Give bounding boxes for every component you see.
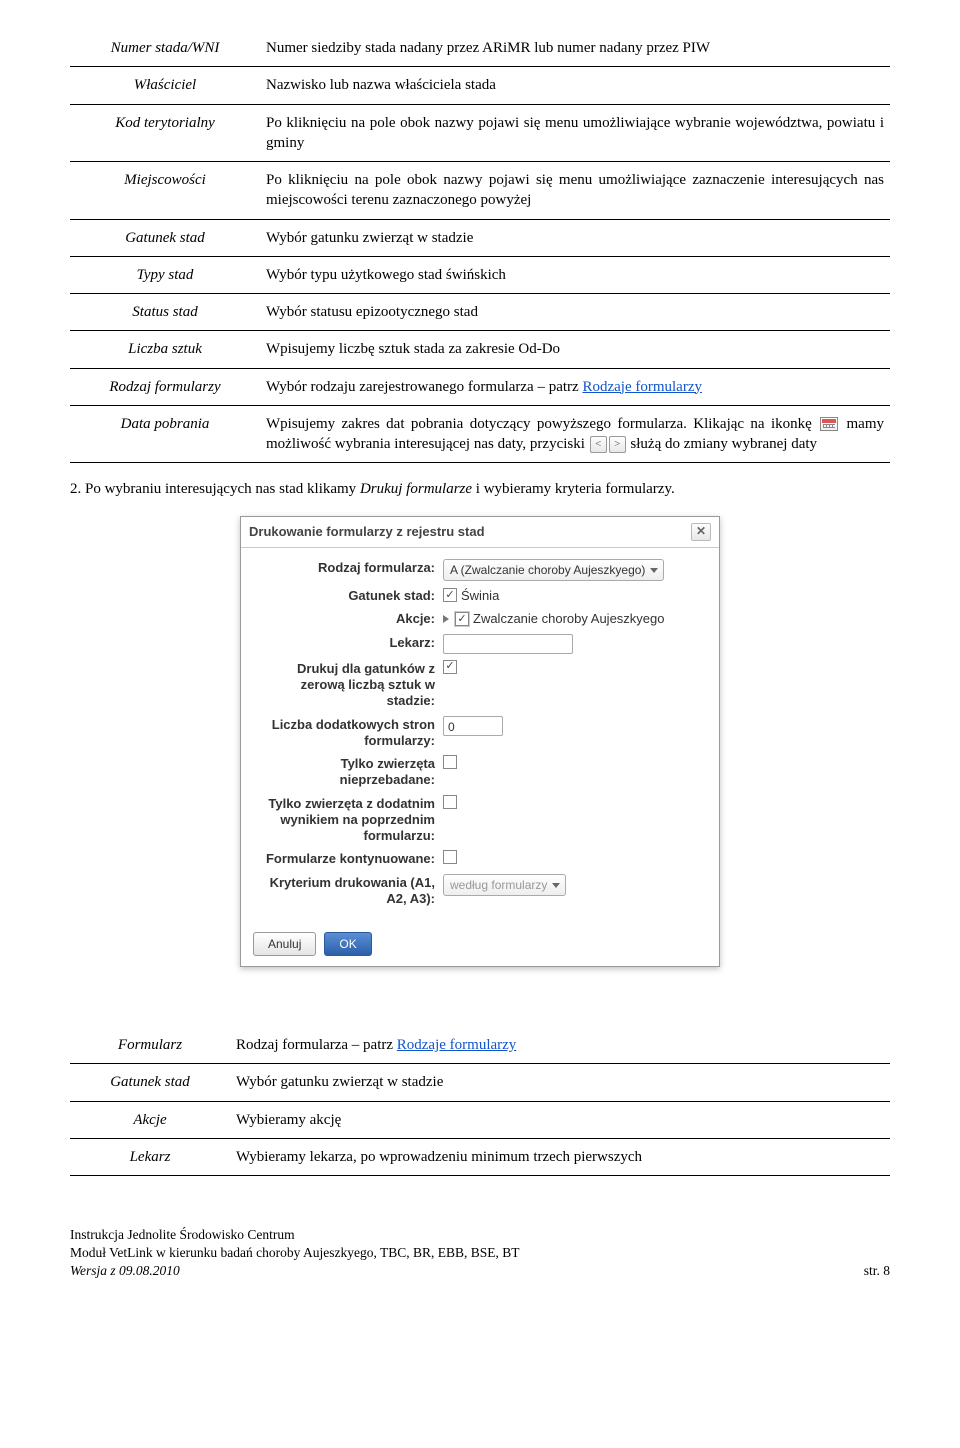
- zerowa-checkbox[interactable]: [443, 660, 457, 674]
- t2-term-lekarz: Lekarz: [70, 1138, 230, 1175]
- num-item-pre: 2. Po wybraniu interesujących nas stad k…: [70, 481, 360, 497]
- label-stron: Liczba dodatkowych stron formularzy:: [253, 715, 443, 750]
- dodatnim-checkbox[interactable]: [443, 795, 457, 809]
- prev-date-icon: <: [590, 436, 607, 453]
- footer-line1: Instrukcja Jednolite Środowisko Centrum: [70, 1226, 890, 1244]
- label-lekarz: Lekarz:: [253, 633, 443, 651]
- t1-term-rodzaj: Rodzaj formularzy: [70, 368, 260, 405]
- t1-desc: Po kliknięciu na pole obok nazwy pojawi …: [260, 104, 890, 162]
- t2-desc-akcje: Wybieramy akcję: [230, 1101, 890, 1138]
- gatunek-checkbox[interactable]: [443, 588, 457, 602]
- definition-table-2: Formularz Rodzaj formularza – patrz Rodz…: [70, 1027, 890, 1176]
- akcje-checkbox[interactable]: [455, 612, 469, 626]
- t1-term: Właściciel: [70, 67, 260, 104]
- page-footer: Instrukcja Jednolite Środowisko Centrum …: [70, 1226, 890, 1281]
- t1-desc: Wybór typu użytkowego stad świńskich: [260, 256, 890, 293]
- next-date-icon: >: [609, 436, 626, 453]
- lekarz-input[interactable]: [443, 634, 573, 654]
- kontynuowane-checkbox[interactable]: [443, 850, 457, 864]
- nieprzebadane-checkbox[interactable]: [443, 755, 457, 769]
- dialog-title: Drukowanie formularzy z rejestru stad: [249, 523, 485, 541]
- t2-term-formularz: Formularz: [70, 1027, 230, 1064]
- t1-term: Typy stad: [70, 256, 260, 293]
- akcje-text: Zwalczanie choroby Aujeszkyego: [473, 610, 665, 628]
- t1-desc: Wpisujemy liczbę sztuk stada za zakresie…: [260, 331, 890, 368]
- label-gatunek: Gatunek stad:: [253, 586, 443, 604]
- print-forms-dialog: Drukowanie formularzy z rejestru stad ✕ …: [240, 516, 720, 968]
- expand-icon[interactable]: [443, 615, 449, 623]
- calendar-icon: [820, 417, 838, 431]
- t1-desc: Wybór statusu epizootycznego stad: [260, 294, 890, 331]
- gatunek-text: Świnia: [461, 587, 499, 605]
- t2-desc-lekarz: Wybieramy lekarza, po wprowadzeniu minim…: [230, 1138, 890, 1175]
- t1-desc-rodzaj: Wybór rodzaju zarejestrowanego formularz…: [260, 368, 890, 405]
- t1-desc: Po kliknięciu na pole obok nazwy pojawi …: [260, 162, 890, 220]
- label-kryterium: Kryterium drukowania (A1, A2, A3):: [253, 873, 443, 908]
- footer-page: str. 8: [864, 1262, 890, 1280]
- label-nieprzebadane: Tylko zwierzęta nieprzebadane:: [253, 754, 443, 789]
- num-item-italic: Drukuj formularze: [360, 481, 472, 497]
- t1-desc-data: Wpisujemy zakres dat pobrania dotyczący …: [260, 405, 890, 463]
- t1-term: Miejscowości: [70, 162, 260, 220]
- link-rodzaje-2[interactable]: Rodzaje formularzy: [397, 1037, 517, 1053]
- t1-term: Liczba sztuk: [70, 331, 260, 368]
- cancel-button[interactable]: Anuluj: [253, 932, 316, 956]
- numbered-item-2: 2. Po wybraniu interesujących nas stad k…: [70, 479, 890, 499]
- t1-term-data: Data pobrania: [70, 405, 260, 463]
- label-zerowa: Drukuj dla gatunków z zerową liczbą sztu…: [253, 659, 443, 710]
- t2-desc-gatunek: Wybór gatunku zwierząt w stadzie: [230, 1064, 890, 1101]
- t1-term: Gatunek stad: [70, 219, 260, 256]
- definition-table-1: Numer stada/WNINumer siedziby stada nada…: [70, 30, 890, 463]
- t2-term-akcje: Akcje: [70, 1101, 230, 1138]
- dialog-header: Drukowanie formularzy z rejestru stad ✕: [241, 517, 719, 548]
- label-dodatnim: Tylko zwierzęta z dodatnim wynikiem na p…: [253, 794, 443, 845]
- t1-term: Status stad: [70, 294, 260, 331]
- close-icon[interactable]: ✕: [691, 523, 711, 541]
- footer-line2: Moduł VetLink w kierunku badań choroby A…: [70, 1244, 890, 1262]
- t1-term: Kod terytorialny: [70, 104, 260, 162]
- rodzaj-dropdown[interactable]: A (Zwalczanie choroby Aujeszkyego): [443, 559, 664, 581]
- t1-term: Numer stada/WNI: [70, 30, 260, 67]
- t1-desc: Numer siedziby stada nadany przez ARiMR …: [260, 30, 890, 67]
- t2-term-gatunek: Gatunek stad: [70, 1064, 230, 1101]
- t1-desc: Nazwisko lub nazwa właściciela stada: [260, 67, 890, 104]
- t1-desc: Wybór gatunku zwierząt w stadzie: [260, 219, 890, 256]
- label-rodzaj: Rodzaj formularza:: [253, 558, 443, 576]
- kryterium-dropdown[interactable]: według formularzy: [443, 874, 566, 896]
- num-item-post: i wybieramy kryteria formularzy.: [472, 481, 675, 497]
- t2-desc-formularz: Rodzaj formularza – patrz Rodzaje formul…: [230, 1027, 890, 1064]
- stron-input[interactable]: 0: [443, 716, 503, 736]
- ok-button[interactable]: OK: [324, 932, 371, 956]
- label-akcje: Akcje:: [253, 609, 443, 627]
- label-kontynuowane: Formularze kontynuowane:: [253, 849, 443, 867]
- link-rodzaje-1[interactable]: Rodzaje formularzy: [582, 379, 702, 395]
- footer-version: Wersja z 09.08.2010: [70, 1262, 180, 1280]
